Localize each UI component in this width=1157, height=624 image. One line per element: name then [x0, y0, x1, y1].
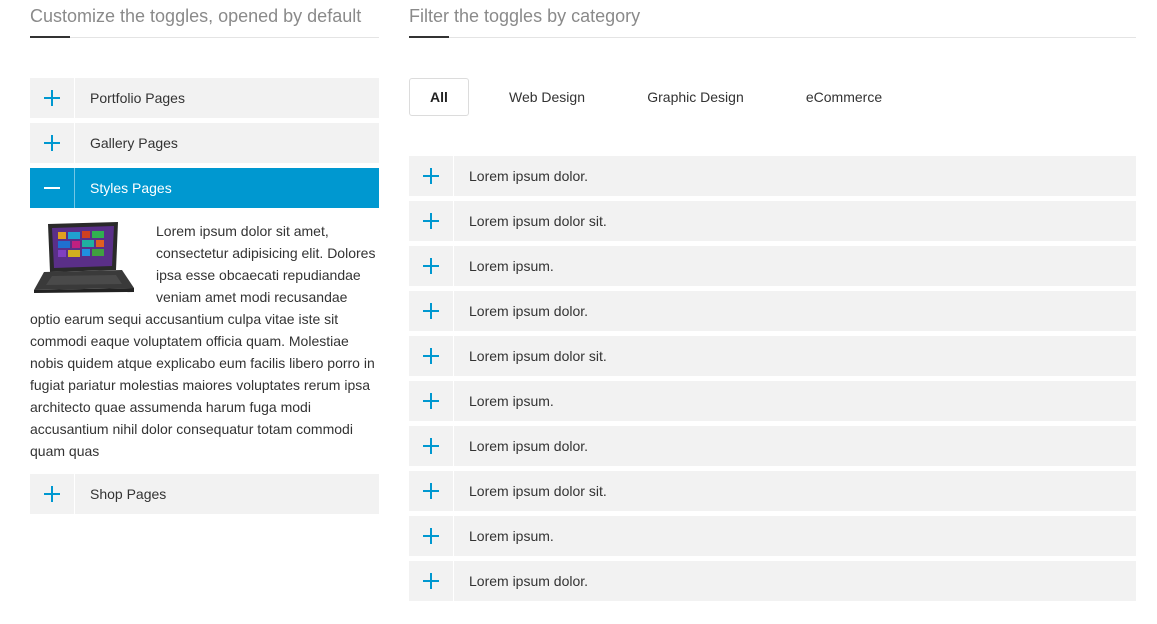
- toggle-label: Lorem ipsum dolor sit.: [469, 348, 607, 364]
- filter-all[interactable]: All: [409, 78, 469, 116]
- plus-icon: [423, 303, 439, 319]
- filter-ecommerce[interactable]: eCommerce: [766, 78, 922, 116]
- toggle-item[interactable]: Lorem ipsum dolor.: [409, 156, 1136, 196]
- toggle-styles-pages[interactable]: Styles Pages: [30, 168, 379, 208]
- toggle-label: Lorem ipsum.: [469, 528, 554, 544]
- plus-icon: [423, 168, 439, 184]
- plus-icon: [44, 135, 60, 151]
- toggle-item[interactable]: Lorem ipsum dolor sit.: [409, 471, 1136, 511]
- toggle-label: Lorem ipsum.: [469, 393, 554, 409]
- toggle-item[interactable]: Lorem ipsum.: [409, 516, 1136, 556]
- toggle-label: Lorem ipsum dolor.: [469, 168, 589, 184]
- toggle-item[interactable]: Lorem ipsum dolor.: [409, 426, 1136, 466]
- toggle-item[interactable]: Lorem ipsum dolor sit.: [409, 336, 1136, 376]
- title-accent-line: [30, 36, 70, 38]
- filter-toggles-section: Filter the toggles by category All Web D…: [409, 0, 1136, 606]
- toggle-item[interactable]: Lorem ipsum dolor.: [409, 291, 1136, 331]
- section-title: Filter the toggles by category: [409, 6, 641, 26]
- toggle-label: Lorem ipsum.: [469, 258, 554, 274]
- laptop-image: [34, 222, 134, 293]
- plus-icon: [423, 393, 439, 409]
- toggle-item[interactable]: Lorem ipsum dolor sit.: [409, 201, 1136, 241]
- plus-icon: [423, 258, 439, 274]
- plus-icon: [44, 90, 60, 106]
- toggle-label: Portfolio Pages: [90, 90, 185, 106]
- toggle-list: Portfolio Pages Gallery Pages Styles Pag…: [30, 78, 379, 514]
- title-divider: [409, 36, 1136, 38]
- filter-graphic-design[interactable]: Graphic Design: [625, 78, 766, 116]
- toggle-label: Lorem ipsum dolor sit.: [469, 483, 607, 499]
- toggle-item[interactable]: Lorem ipsum dolor.: [409, 561, 1136, 601]
- toggle-label: Gallery Pages: [90, 135, 178, 151]
- minus-icon: [44, 180, 60, 196]
- filtered-toggle-list: Lorem ipsum dolor. Lorem ipsum dolor sit…: [409, 156, 1136, 601]
- toggle-item[interactable]: Lorem ipsum.: [409, 381, 1136, 421]
- filter-web-design[interactable]: Web Design: [469, 78, 625, 116]
- toggle-label: Lorem ipsum dolor sit.: [469, 213, 607, 229]
- toggle-label: Lorem ipsum dolor.: [469, 438, 589, 454]
- title-divider: [30, 36, 379, 38]
- toggle-label: Shop Pages: [90, 486, 167, 502]
- category-filter-bar: All Web Design Graphic Design eCommerce: [409, 78, 1136, 116]
- customize-toggles-section: Customize the toggles, opened by default…: [30, 0, 379, 519]
- toggle-item[interactable]: Lorem ipsum.: [409, 246, 1136, 286]
- toggle-gallery-pages[interactable]: Gallery Pages: [30, 123, 379, 163]
- toggle-label: Styles Pages: [90, 180, 172, 196]
- toggle-portfolio-pages[interactable]: Portfolio Pages: [30, 78, 379, 118]
- plus-icon: [423, 528, 439, 544]
- section-title: Customize the toggles, opened by default: [30, 6, 362, 26]
- toggle-label: Lorem ipsum dolor.: [469, 573, 589, 589]
- plus-icon: [44, 486, 60, 502]
- plus-icon: [423, 348, 439, 364]
- toggle-content-styles-pages: Lorem ipsum dolor sit amet, consectetur …: [30, 208, 379, 474]
- plus-icon: [423, 483, 439, 499]
- plus-icon: [423, 573, 439, 589]
- toggle-label: Lorem ipsum dolor.: [469, 303, 589, 319]
- plus-icon: [423, 213, 439, 229]
- plus-icon: [423, 438, 439, 454]
- title-accent-line: [409, 36, 449, 38]
- toggle-shop-pages[interactable]: Shop Pages: [30, 474, 379, 514]
